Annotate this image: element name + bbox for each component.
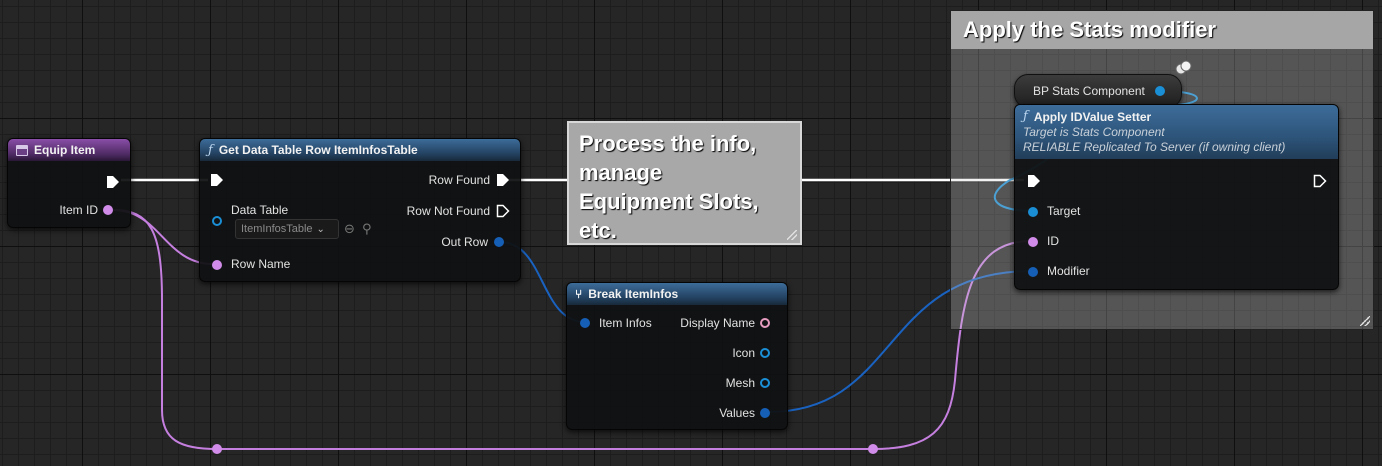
- event-header: Equip Item: [8, 139, 130, 161]
- icon-label: Icon: [732, 346, 755, 360]
- target-pin[interactable]: [1028, 207, 1038, 217]
- row-name-label: Row Name: [231, 257, 291, 271]
- reroute-knot-right: [868, 444, 878, 454]
- exec-in-pin[interactable]: [1027, 174, 1041, 193]
- icon-pin[interactable]: [760, 348, 770, 358]
- exec-out-pin[interactable]: [106, 175, 120, 194]
- display-name-pin[interactable]: [760, 318, 770, 328]
- break-title: Break ItemInfos: [588, 287, 679, 301]
- event-node-equip-item[interactable]: Equip Item Item ID: [7, 138, 131, 228]
- id-label: ID: [1047, 234, 1059, 248]
- get-row-header: ƒ Get Data Table Row ItemInfosTable: [200, 139, 520, 161]
- comment-resize-handle[interactable]: [787, 230, 797, 240]
- exec-out-pin[interactable]: [1313, 174, 1327, 193]
- stats-component-pin[interactable]: [1155, 86, 1165, 96]
- mesh-label: Mesh: [725, 376, 755, 390]
- out-row-pin[interactable]: [494, 237, 504, 247]
- mesh-pin[interactable]: [760, 378, 770, 388]
- function-icon: ƒ: [208, 142, 213, 158]
- event-title: Equip Item: [34, 143, 96, 157]
- browse-search-icon[interactable]: ⚲: [362, 221, 372, 237]
- target-label: Target: [1047, 204, 1081, 218]
- chevron-down-icon: ⌄: [316, 223, 325, 235]
- data-table-dropdown[interactable]: ItemInfosTable ⌄: [235, 219, 339, 239]
- break-struct-icon: ⑂: [575, 287, 583, 301]
- apply-subtitle-replication: RELIABLE Replicated To Server (if owning…: [1023, 140, 1286, 154]
- row-not-found-pin[interactable]: [496, 204, 510, 223]
- data-table-label: Data Table: [231, 203, 289, 217]
- row-not-found-label: Row Not Found: [406, 204, 490, 218]
- get-row-title: Get Data Table Row ItemInfosTable: [218, 143, 418, 157]
- apply-subtitle-target: Target is Stats Component: [1023, 125, 1165, 139]
- function-node-get-data-table-row[interactable]: ƒ Get Data Table Row ItemInfosTable Data…: [199, 138, 521, 282]
- network-replication-icon: [1174, 60, 1192, 76]
- comment-text: Process the info, manage Equipment Slots…: [579, 131, 759, 243]
- exec-in-pin[interactable]: [210, 173, 224, 192]
- data-table-value: ItemInfosTable: [241, 223, 313, 235]
- values-pin[interactable]: [760, 408, 770, 418]
- display-name-label: Display Name: [680, 316, 755, 330]
- function-icon: ƒ: [1023, 109, 1028, 124]
- out-row-label: Out Row: [441, 235, 488, 249]
- row-found-label: Row Found: [428, 173, 490, 187]
- comment-resize-handle[interactable]: [1360, 316, 1370, 326]
- function-node-break-iteminfos[interactable]: ⑂ Break ItemInfos Item Infos Display Nam…: [566, 282, 788, 430]
- apply-title: Apply IDValue Setter: [1033, 109, 1152, 124]
- apply-header: ƒ Apply IDValue Setter Target is Stats C…: [1015, 105, 1338, 159]
- modifier-pin[interactable]: [1028, 267, 1038, 277]
- row-name-pin[interactable]: [212, 260, 222, 270]
- variable-node-bp-stats-component[interactable]: BP Stats Component: [1014, 74, 1182, 108]
- values-label: Values: [719, 406, 755, 420]
- data-table-pin[interactable]: [212, 216, 222, 226]
- modifier-label: Modifier: [1047, 264, 1090, 278]
- reroute-knot-left: [212, 444, 222, 454]
- item-infos-label: Item Infos: [599, 316, 652, 330]
- use-selected-icon[interactable]: ⊖: [344, 221, 355, 237]
- stats-component-label: BP Stats Component: [1033, 84, 1145, 98]
- break-header: ⑂ Break ItemInfos: [567, 283, 787, 305]
- item-id-pin[interactable]: [103, 205, 113, 215]
- comment-process-info[interactable]: Process the info, manage Equipment Slots…: [567, 121, 802, 245]
- function-node-apply-idvalue-setter[interactable]: ƒ Apply IDValue Setter Target is Stats C…: [1014, 104, 1339, 290]
- item-infos-pin[interactable]: [580, 318, 590, 328]
- item-id-label: Item ID: [59, 203, 98, 217]
- comment-title: Apply the Stats modifier: [951, 11, 1373, 49]
- event-icon: [16, 144, 28, 156]
- row-found-pin[interactable]: [496, 173, 510, 192]
- id-pin[interactable]: [1028, 237, 1038, 247]
